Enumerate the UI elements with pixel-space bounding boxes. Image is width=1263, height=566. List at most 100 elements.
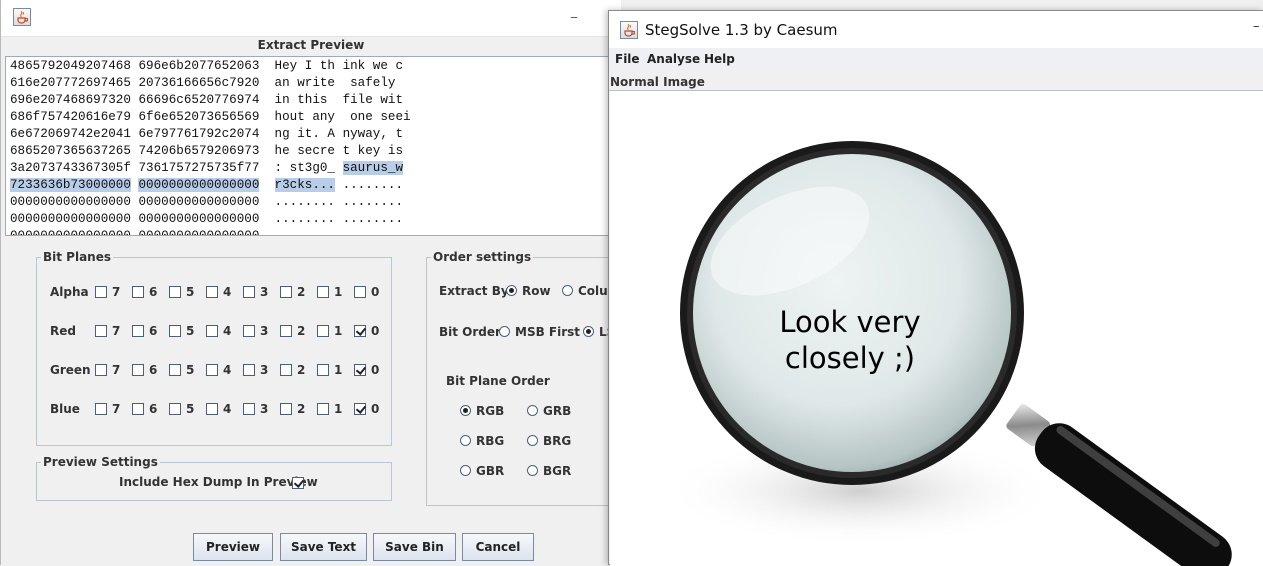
extract-preview-label: Extract Preview bbox=[257, 38, 365, 52]
hex-column-1: 0000000000000000 bbox=[10, 229, 131, 236]
text-column-1: ng it. A bbox=[274, 127, 335, 141]
bit-plane-order-label: Bit Plane Order bbox=[446, 374, 550, 388]
save-bin-button[interactable]: Save Bin bbox=[373, 533, 456, 561]
bit-label: 6 bbox=[149, 363, 158, 377]
bit-plane-checkbox[interactable] bbox=[206, 325, 218, 337]
image-label: Normal Image bbox=[610, 75, 705, 89]
msb-first-radio[interactable] bbox=[499, 326, 510, 337]
bit-plane-checkbox[interactable] bbox=[95, 325, 107, 337]
hex-column-2: 6f6e652073656569 bbox=[138, 110, 260, 124]
preview-button[interactable]: Preview bbox=[193, 533, 273, 561]
cancel-button[interactable]: Cancel bbox=[462, 533, 534, 561]
bit-label: 3 bbox=[260, 363, 269, 377]
extract-by-column-radio[interactable] bbox=[562, 285, 573, 296]
plane-order-grb-radio[interactable] bbox=[527, 405, 538, 416]
text-column-2: ........ bbox=[342, 178, 404, 192]
bit-plane-checkbox[interactable] bbox=[243, 403, 255, 415]
lens-text-line1: Look very bbox=[779, 305, 921, 339]
bit-plane-checkbox[interactable] bbox=[243, 364, 255, 376]
bit-plane-checkbox[interactable] bbox=[169, 325, 181, 337]
hex-column-2: 6e797761792c2074 bbox=[138, 127, 260, 141]
bit-plane-checkbox[interactable] bbox=[317, 403, 329, 415]
stegsolve-titlebar[interactable]: StegSolve 1.3 by Caesum – bbox=[609, 11, 1263, 48]
bit-plane-checkbox[interactable] bbox=[132, 286, 144, 298]
bit-plane-checkbox[interactable] bbox=[280, 403, 292, 415]
window-title: StegSolve 1.3 by Caesum bbox=[645, 21, 838, 39]
java-icon bbox=[620, 21, 638, 39]
plane-order-gbr-radio[interactable] bbox=[460, 465, 471, 476]
bit-label: 3 bbox=[260, 324, 269, 338]
image-canvas: Look very closely ;) bbox=[610, 91, 1263, 566]
extract-by-row-radio[interactable] bbox=[506, 285, 517, 296]
bit-label: 5 bbox=[186, 363, 195, 377]
menu-help[interactable]: Help bbox=[704, 52, 735, 66]
minimize-button[interactable]: – bbox=[1253, 19, 1260, 34]
hex-dump-checkbox[interactable] bbox=[292, 477, 304, 489]
bit-label: 2 bbox=[297, 363, 306, 377]
stegsolve-window: StegSolve 1.3 by Caesum – File Analyse H… bbox=[608, 10, 1263, 566]
bit-plane-checkbox[interactable] bbox=[243, 325, 255, 337]
bit-plane-checkbox[interactable] bbox=[95, 403, 107, 415]
hex-column-1: 7233636b73000000 bbox=[10, 178, 131, 192]
hex-column-2: 74206b6579206973 bbox=[138, 144, 260, 158]
lsb-first-radio[interactable] bbox=[583, 326, 594, 337]
bit-plane-checkbox[interactable] bbox=[95, 286, 107, 298]
hex-column-1: 3a2073743367305f bbox=[10, 161, 131, 175]
hex-column-1: 4865792049207468 bbox=[10, 59, 131, 73]
extract-preview-text[interactable]: 4865792049207468 696e6b2077652063 Hey I … bbox=[5, 56, 623, 236]
plane-order-rbg-label: RBG bbox=[476, 434, 505, 448]
hex-line: 3a2073743367305f 7361757275735f77 : st3g… bbox=[10, 161, 404, 178]
plane-order-grb-label: GRB bbox=[543, 404, 572, 418]
text-column-1: ........ bbox=[274, 229, 335, 236]
plane-order-bgr-label: BGR bbox=[543, 464, 572, 478]
extract-titlebar[interactable]: _ bbox=[1, 0, 621, 37]
bit-plane-checkbox[interactable] bbox=[132, 364, 144, 376]
plane-order-brg-label: BRG bbox=[543, 434, 572, 448]
plane-order-brg-radio[interactable] bbox=[527, 435, 538, 446]
bit-plane-checkbox[interactable] bbox=[354, 286, 366, 298]
bit-plane-checkbox[interactable] bbox=[169, 286, 181, 298]
bit-label: 0 bbox=[371, 363, 380, 377]
bit-plane-checkbox[interactable] bbox=[169, 403, 181, 415]
hex-dump-label: Include Hex Dump In Preview bbox=[119, 475, 318, 489]
bit-label: 0 bbox=[371, 324, 380, 338]
bit-plane-checkbox[interactable] bbox=[354, 325, 366, 337]
bit-plane-checkbox[interactable] bbox=[317, 325, 329, 337]
plane-order-rbg-radio[interactable] bbox=[460, 435, 471, 446]
bit-plane-checkbox[interactable] bbox=[280, 364, 292, 376]
bit-label: 1 bbox=[334, 363, 343, 377]
bit-label: 5 bbox=[186, 402, 195, 416]
bit-plane-row-label: Alpha bbox=[50, 285, 89, 299]
bit-label: 0 bbox=[371, 285, 380, 299]
bit-plane-checkbox[interactable] bbox=[280, 286, 292, 298]
bit-plane-checkbox[interactable] bbox=[243, 286, 255, 298]
hex-column-1: 616e207772697465 bbox=[10, 76, 131, 90]
bit-plane-checkbox[interactable] bbox=[95, 364, 107, 376]
bit-plane-checkbox[interactable] bbox=[132, 325, 144, 337]
extract-by-row-label: Row bbox=[522, 284, 551, 298]
bit-plane-checkbox[interactable] bbox=[317, 364, 329, 376]
save-text-button[interactable]: Save Text bbox=[280, 533, 367, 561]
hex-line: 7233636b73000000 0000000000000000 r3cks.… bbox=[10, 178, 403, 195]
bit-plane-checkbox[interactable] bbox=[317, 286, 329, 298]
bit-plane-checkbox[interactable] bbox=[206, 364, 218, 376]
bit-plane-checkbox[interactable] bbox=[280, 325, 292, 337]
plane-order-bgr-radio[interactable] bbox=[527, 465, 538, 476]
bit-plane-checkbox[interactable] bbox=[169, 364, 181, 376]
hex-line: 0000000000000000 0000000000000000 ......… bbox=[10, 195, 403, 212]
bit-label: 4 bbox=[223, 402, 232, 416]
bit-plane-checkbox[interactable] bbox=[132, 403, 144, 415]
text-column-2: file wit bbox=[342, 93, 404, 107]
plane-order-rgb-radio[interactable] bbox=[460, 405, 471, 416]
bit-plane-checkbox[interactable] bbox=[354, 364, 366, 376]
bit-plane-checkbox[interactable] bbox=[206, 403, 218, 415]
text-column-1: ........ bbox=[274, 195, 335, 209]
minimize-button[interactable]: _ bbox=[571, 4, 577, 18]
menu-file[interactable]: File bbox=[615, 52, 640, 66]
bit-plane-checkbox[interactable] bbox=[354, 403, 366, 415]
menu-analyse[interactable]: Analyse bbox=[647, 52, 700, 66]
text-column-2: ........ bbox=[342, 212, 404, 226]
hex-column-2: 20736166656c7920 bbox=[138, 76, 260, 90]
bit-plane-checkbox[interactable] bbox=[206, 286, 218, 298]
bit-planes-title: Bit Planes bbox=[41, 250, 114, 264]
